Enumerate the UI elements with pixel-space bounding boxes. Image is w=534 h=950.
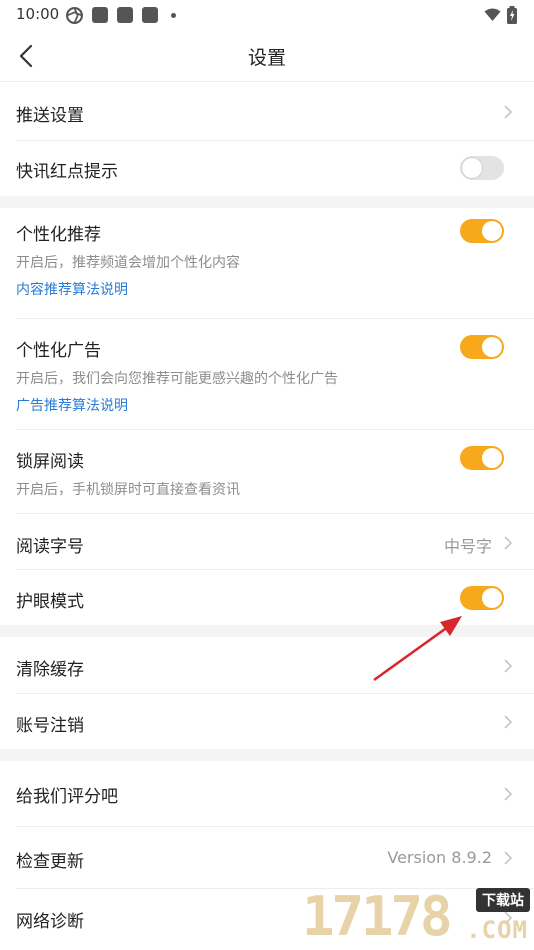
font-size-value: 中号字 — [443, 537, 492, 556]
watermark-suffix: .COM — [466, 916, 528, 944]
section-divider — [0, 749, 534, 761]
toggle-knob — [462, 158, 482, 178]
personalized-ads-subtitle: 开启后，我们会向您推荐可能更感兴趣的个性化广告 — [16, 371, 338, 387]
app-icon — [92, 7, 108, 23]
personalized-recommendation-label: 个性化推荐 — [16, 225, 101, 245]
toggle-knob — [482, 221, 502, 241]
status-time: 10:00 — [16, 5, 60, 23]
dot-icon — [171, 13, 176, 18]
chevron-right-icon — [504, 851, 513, 865]
status-bar: 10:00 — [0, 0, 534, 30]
chevron-right-icon — [504, 787, 513, 801]
chevron-right-icon — [504, 715, 513, 729]
app-icon — [142, 7, 158, 23]
flash-news-dot-label: 快讯红点提示 — [16, 162, 118, 182]
check-update-label: 检查更新 — [16, 852, 84, 872]
ads-algorithm-link[interactable]: 广告推荐算法说明 — [16, 395, 128, 415]
personalized-recommendation-subtitle: 开启后，推荐频道会增加个性化内容 — [16, 255, 240, 271]
rate-us-label: 给我们评分吧 — [16, 787, 118, 807]
eye-protection-toggle[interactable] — [460, 586, 504, 610]
section-divider — [0, 625, 534, 637]
eye-protection-row: 护眼模式 — [16, 570, 534, 625]
toggle-knob — [482, 337, 502, 357]
section-divider — [0, 196, 534, 208]
personalized-ads-label: 个性化广告 — [16, 341, 101, 361]
lockscreen-reading-row: 锁屏阅读 开启后，手机锁屏时可直接查看资讯 — [16, 430, 534, 514]
cancel-account-row[interactable]: 账号注销 — [16, 694, 534, 749]
battery-icon — [507, 6, 517, 24]
nav-bar: 设置 — [0, 30, 534, 82]
lockscreen-reading-toggle[interactable] — [460, 446, 504, 470]
settings-section-personalization: 个性化推荐 开启后，推荐频道会增加个性化内容 内容推荐算法说明 个性化广告 开启… — [0, 208, 534, 625]
push-settings-row[interactable]: 推送设置 — [16, 82, 534, 141]
lockscreen-reading-label: 锁屏阅读 — [16, 452, 84, 472]
chevron-right-icon — [504, 536, 513, 550]
check-update-row[interactable]: 检查更新 Version 8.9.2 — [16, 827, 534, 889]
rate-us-row[interactable]: 给我们评分吧 — [16, 761, 534, 827]
chevron-right-icon — [504, 659, 513, 673]
wifi-icon — [484, 8, 501, 21]
personalized-ads-row: 个性化广告 开启后，我们会向您推荐可能更感兴趣的个性化广告 广告推荐算法说明 — [16, 319, 534, 430]
personalized-recommendation-toggle[interactable] — [460, 219, 504, 243]
lockscreen-reading-subtitle: 开启后，手机锁屏时可直接查看资讯 — [16, 482, 240, 498]
recommendation-algorithm-link[interactable]: 内容推荐算法说明 — [16, 279, 128, 299]
aperture-icon — [66, 7, 83, 24]
personalized-ads-toggle[interactable] — [460, 335, 504, 359]
version-value: Version 8.9.2 — [387, 848, 492, 867]
watermark-digits: 17178 — [302, 885, 453, 948]
settings-section-storage: 清除缓存 账号注销 — [0, 637, 534, 749]
app-icon — [117, 7, 133, 23]
chevron-right-icon — [504, 105, 513, 119]
page-title: 设置 — [247, 47, 286, 69]
push-settings-label: 推送设置 — [16, 106, 84, 126]
font-size-label: 阅读字号 — [16, 537, 84, 557]
network-diagnosis-label: 网络诊断 — [16, 912, 84, 932]
toggle-knob — [482, 588, 502, 608]
toggle-knob — [482, 448, 502, 468]
flash-news-dot-row: 快讯红点提示 — [16, 141, 534, 196]
clear-cache-label: 清除缓存 — [16, 660, 84, 680]
cancel-account-label: 账号注销 — [16, 716, 84, 736]
font-size-row[interactable]: 阅读字号 中号字 — [16, 514, 534, 570]
clear-cache-row[interactable]: 清除缓存 — [16, 637, 534, 694]
personalized-recommendation-row: 个性化推荐 开启后，推荐频道会增加个性化内容 内容推荐算法说明 — [16, 208, 534, 319]
eye-protection-label: 护眼模式 — [16, 592, 84, 612]
settings-section-notifications: 推送设置 快讯红点提示 — [0, 82, 534, 196]
watermark: 17178 下载站 .COM — [302, 888, 534, 950]
flash-news-dot-toggle[interactable] — [460, 156, 504, 180]
watermark-badge: 下载站 — [476, 888, 530, 912]
